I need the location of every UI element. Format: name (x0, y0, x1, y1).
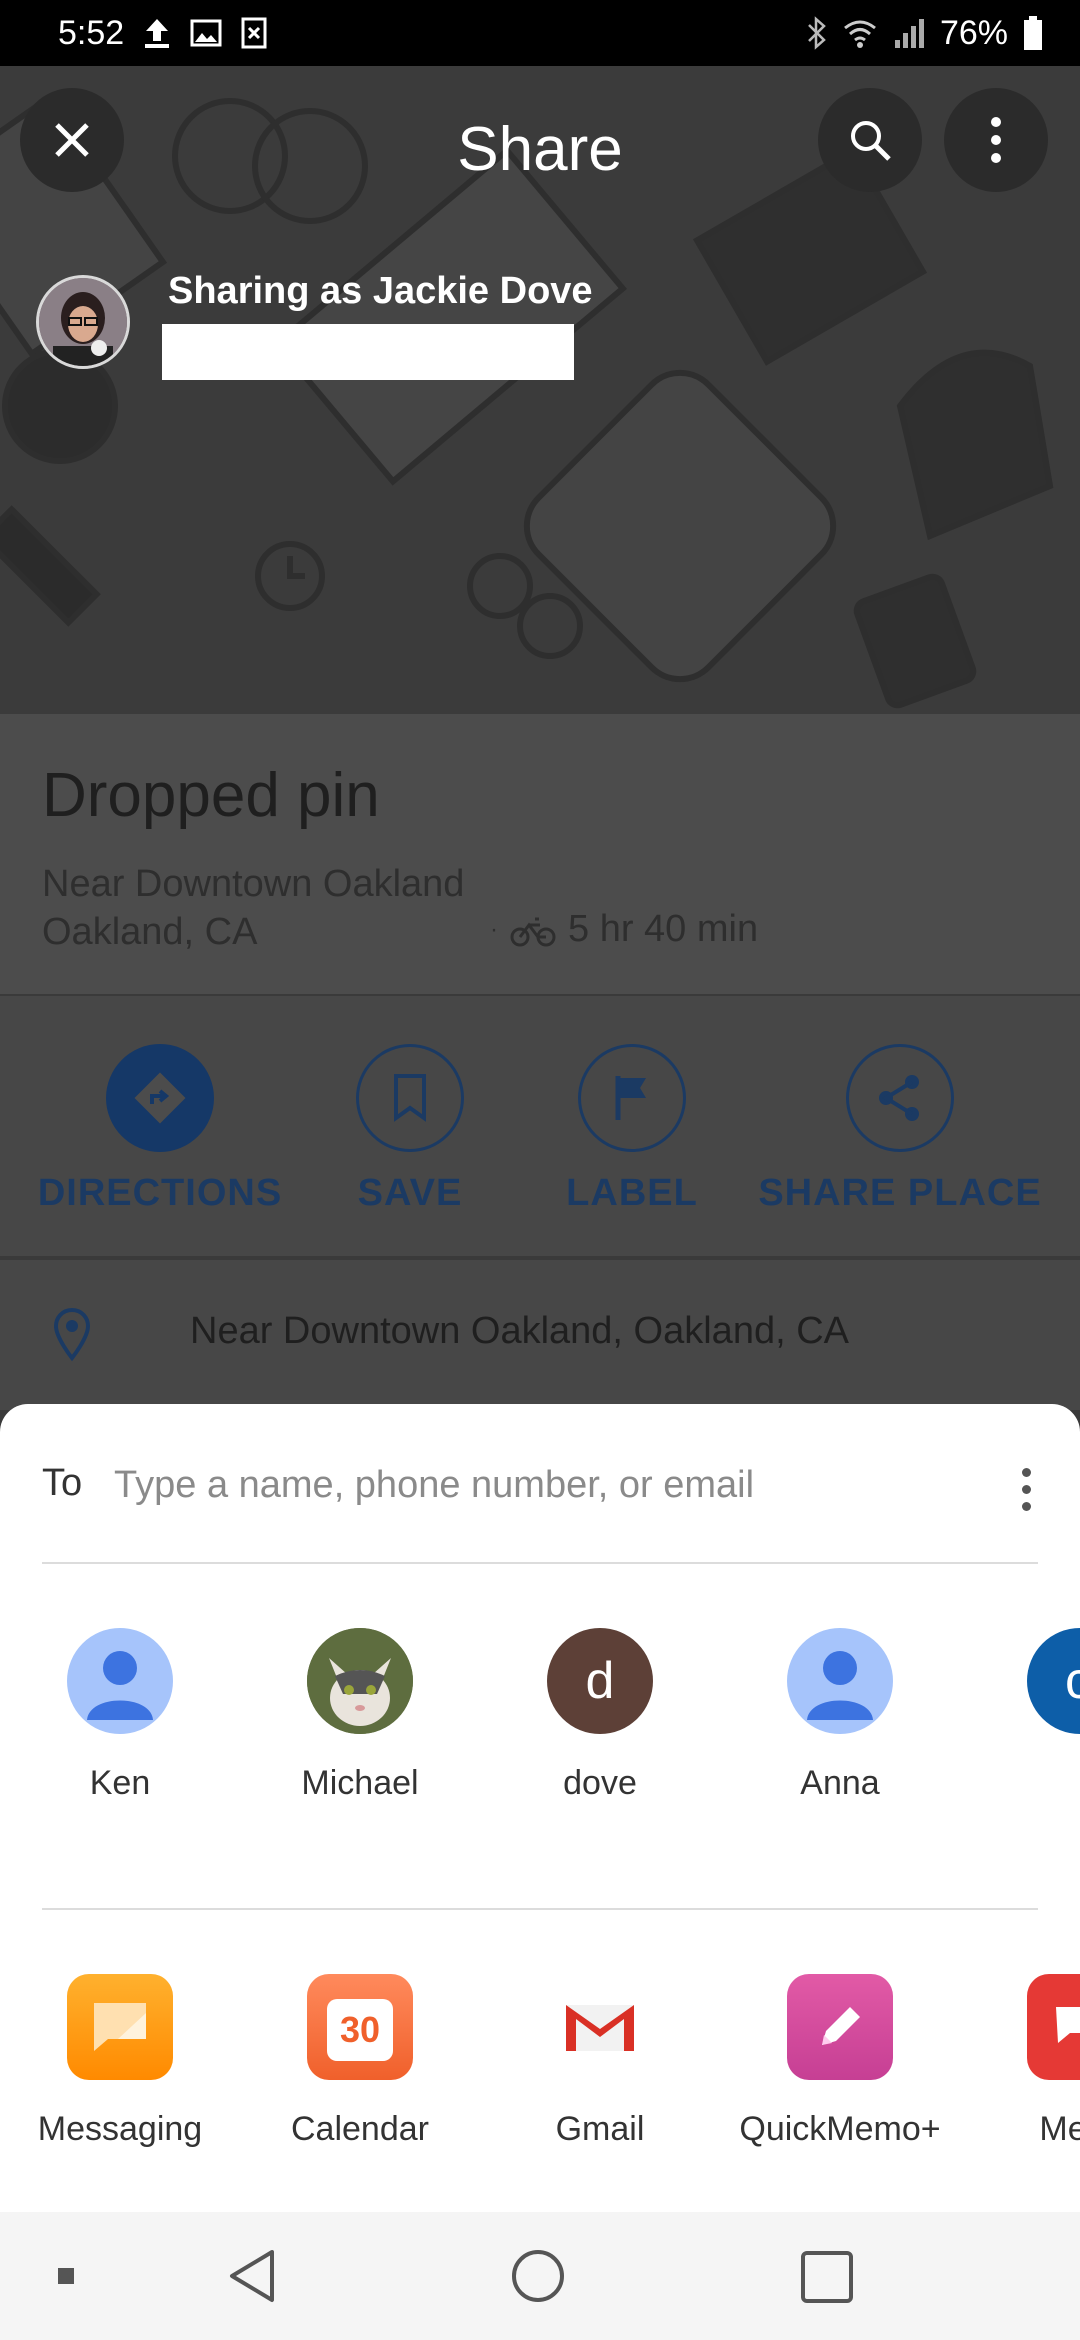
app-calendar[interactable]: 30 Calendar (250, 1974, 470, 2149)
contact-michael[interactable]: Michael (270, 1628, 450, 1803)
navigation-bar (0, 2212, 1080, 2340)
app-gmail[interactable]: Gmail (490, 1974, 710, 2149)
upload-icon (142, 17, 172, 49)
calendar-icon: 30 (307, 1974, 413, 2080)
contact-name: Ken (89, 1764, 151, 1802)
status-time: 5:52 (58, 13, 125, 52)
bike-icon (510, 917, 556, 946)
search-button[interactable] (818, 88, 922, 192)
app-name: Mess (1039, 2110, 1080, 2148)
search-icon (851, 121, 891, 161)
user-avatar (36, 275, 130, 369)
avatar (307, 1628, 413, 1734)
person-icon (87, 1651, 153, 1720)
contact-anna[interactable]: Anna (750, 1628, 930, 1803)
share-header: Share Sharing as Jackie Dove (0, 66, 1080, 714)
address-text: Near Downtown Oakland, Oakland, CA (190, 1310, 849, 1352)
share-sheet: To Ken Michael d dove Anna c (0, 1404, 1080, 2212)
home-icon[interactable] (510, 2248, 566, 2304)
app-name: QuickMemo+ (739, 2110, 941, 2148)
recipient-input[interactable] (112, 1454, 936, 1516)
cat-photo (307, 1628, 413, 1734)
place-title: Dropped pin (42, 761, 380, 830)
contact-ken[interactable]: Ken (30, 1628, 210, 1803)
more-options-button[interactable] (944, 88, 1048, 192)
person-icon (807, 1651, 873, 1720)
blocked-file-icon (240, 17, 268, 49)
app-name: Calendar (291, 2110, 429, 2148)
share-place-button[interactable]: SHARE PLACE (758, 1044, 1042, 1215)
label-label: LABEL (566, 1172, 698, 1214)
save-label: SAVE (357, 1172, 463, 1214)
avatar (787, 1628, 893, 1734)
directions-icon (134, 1072, 186, 1124)
recents-icon[interactable] (800, 2250, 854, 2304)
travel-duration: 5 hr 40 min (568, 908, 759, 950)
app-quickmemo[interactable]: QuickMemo+ (730, 1974, 950, 2149)
travel-time: · 5 hr 40 min (490, 908, 759, 950)
divider (42, 1908, 1038, 1910)
image-icon (190, 18, 222, 48)
app-messaging[interactable]: Messaging (10, 1974, 230, 2149)
messaging-icon (67, 1974, 173, 2080)
directions-label: DIRECTIONS (37, 1172, 283, 1214)
share-icon (879, 1075, 919, 1121)
gmail-icon (547, 1974, 653, 2080)
redacted-email (162, 324, 574, 380)
more-vert-icon (991, 117, 1001, 163)
place-card: Dropped pin Near Downtown Oakland Oaklan… (0, 714, 1080, 994)
place-line-1: Near Downtown Oakland (42, 863, 465, 905)
more-options-icon[interactable] (1002, 1454, 1050, 1524)
flag-icon (615, 1076, 646, 1120)
address-row[interactable]: Near Downtown Oakland, Oakland, CA (0, 1260, 1080, 1410)
avatar (67, 1628, 173, 1734)
place-subtitle: Near Downtown Oakland Oakland, CA (42, 860, 464, 956)
nav-indicator (58, 2268, 74, 2284)
avatar-initial: c (1065, 1652, 1080, 1710)
contact-partial[interactable]: c (990, 1628, 1080, 1734)
bookmark-icon (394, 1074, 426, 1122)
avatar-initial: d (585, 1652, 615, 1710)
directions-button[interactable]: DIRECTIONS (37, 1044, 283, 1215)
bluetooth-icon (806, 16, 828, 50)
action-row: DIRECTIONS SAVE LABEL SHARE PLACE (0, 996, 1080, 1256)
messages-icon (1027, 1974, 1080, 2080)
quickmemo-icon (787, 1974, 893, 2080)
divider (42, 1562, 1038, 1564)
avatar: d (547, 1628, 653, 1734)
battery-percent: 76% (939, 13, 1008, 52)
app-name: Gmail (555, 2110, 645, 2148)
status-bar: 5:52 76% (0, 0, 1080, 66)
signal-icon (892, 16, 926, 50)
save-button[interactable]: SAVE (330, 1044, 490, 1215)
app-name: Messaging (37, 2110, 203, 2148)
avatar: c (1027, 1628, 1080, 1734)
contact-name: Michael (301, 1764, 419, 1802)
label-button[interactable]: LABEL (552, 1044, 712, 1215)
back-icon[interactable] (226, 2248, 278, 2304)
wifi-icon (842, 16, 878, 50)
calendar-date: 30 (327, 1999, 393, 2061)
app-messages[interactable]: Mess (970, 1974, 1080, 2149)
to-label: To (42, 1462, 83, 1504)
sharing-as-label: Sharing as Jackie Dove (168, 270, 593, 312)
place-line-2: Oakland, CA (42, 911, 258, 953)
contact-name: Anna (800, 1764, 880, 1802)
contact-name: dove (563, 1764, 637, 1802)
share-place-label: SHARE PLACE (758, 1172, 1042, 1214)
location-pin-icon (53, 1307, 91, 1362)
contact-dove[interactable]: d dove (510, 1628, 690, 1803)
battery-icon (1022, 15, 1044, 51)
